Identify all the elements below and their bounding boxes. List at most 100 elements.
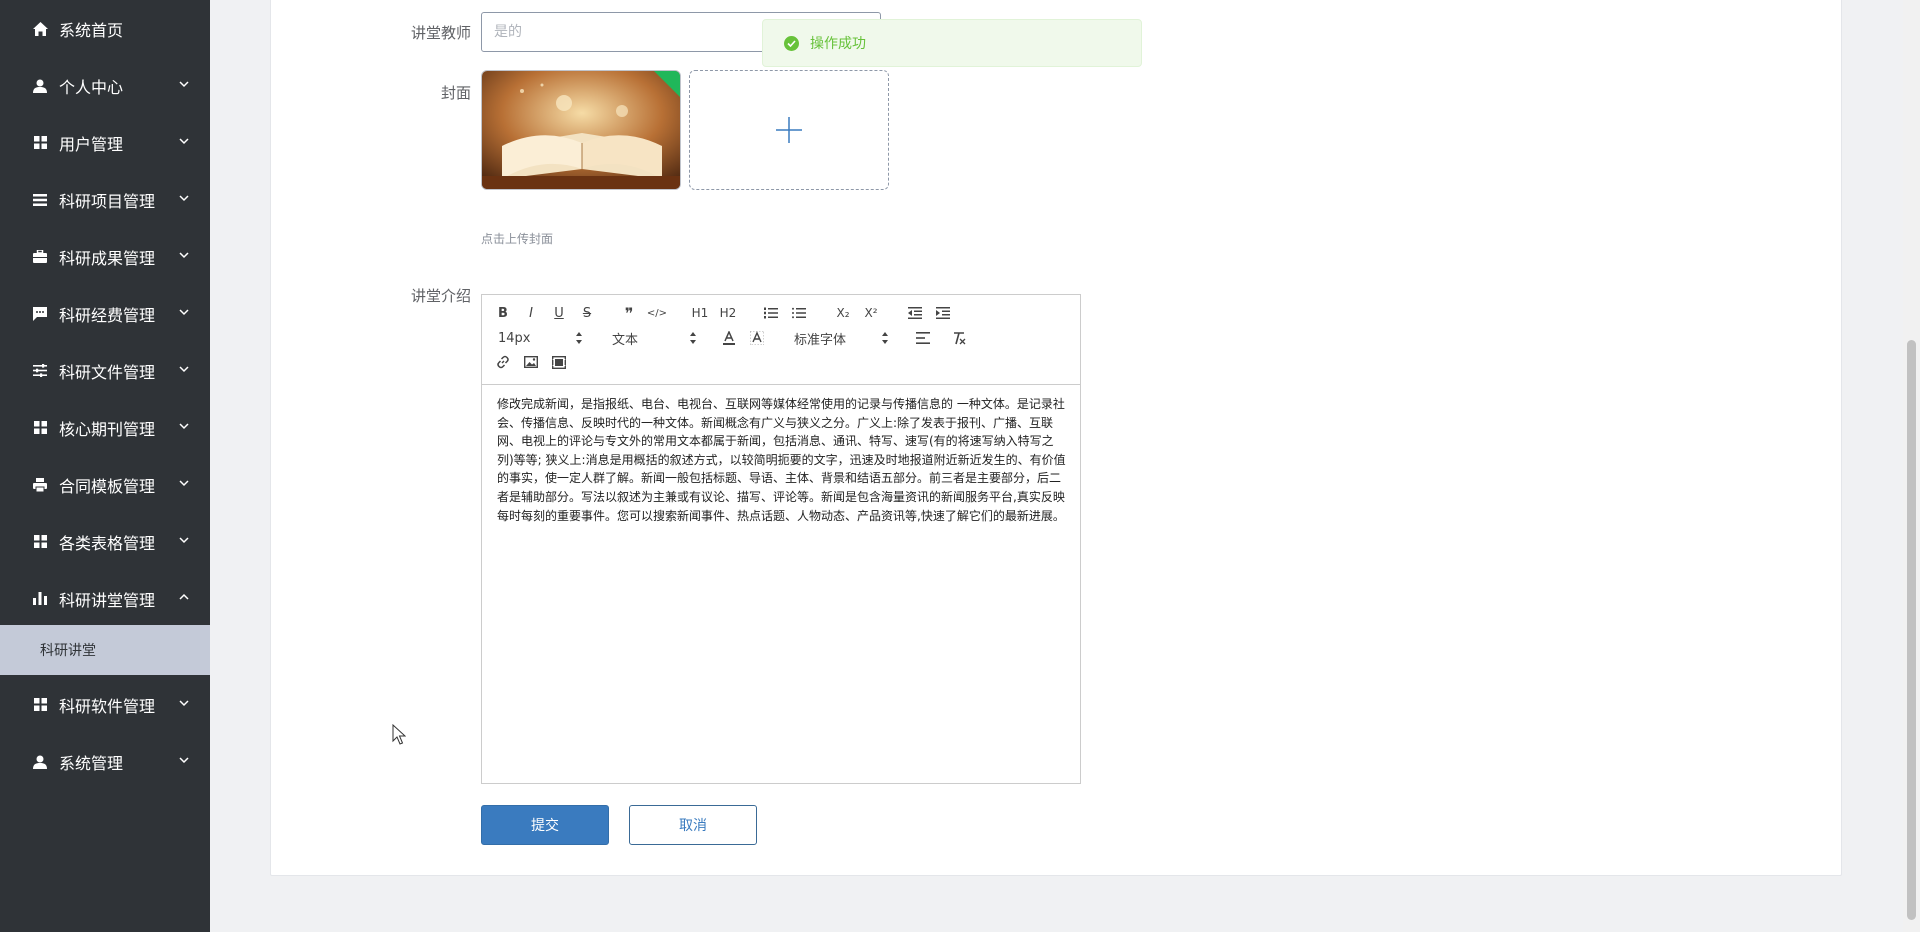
code-button[interactable]: </> [646,303,668,323]
sidebar-item-label: 科研软件管理 [59,696,156,716]
cover-upload-hint: 点击上传封面 [481,232,554,246]
user-icon [32,78,48,94]
sidebar-item-label: 科研经费管理 [59,305,156,325]
sidebar-item-label: 个人中心 [59,77,124,97]
font-family-value: 标准字体 [794,332,847,348]
select-arrows-icon [576,332,582,344]
chevron-down-icon [179,137,189,144]
font-family-select[interactable]: 标准字体 [794,328,888,348]
sidebar-item-lecture-management[interactable]: 科研讲堂管理 [0,570,210,627]
cover-upload-button[interactable] [689,70,889,190]
underline-button[interactable]: U [548,303,570,323]
blockquote-button[interactable]: ❞ [618,303,640,323]
sidebar-item-forms[interactable]: 各类表格管理 [0,513,210,570]
font-size-value: 14px [498,330,531,346]
chevron-down-icon [179,251,189,258]
chevron-down-icon [179,308,189,315]
sidebar-item-research-projects[interactable]: 科研项目管理 [0,171,210,228]
bar-chart-icon [32,591,48,607]
sidebar-item-label: 系统首页 [59,20,124,40]
cover-label: 封面 [440,84,471,102]
italic-button[interactable]: I [520,303,542,323]
sidebar-item-label: 系统管理 [59,753,124,773]
chat-icon [32,306,48,322]
video-icon[interactable] [548,352,570,372]
sidebar-subitem-lecture[interactable]: 科研讲堂 [0,625,210,675]
sidebar-item-software-management[interactable]: 科研软件管理 [0,676,210,733]
sidebar-item-label: 科研成果管理 [59,248,156,268]
printer-icon [32,477,48,493]
outdent-icon[interactable] [904,303,926,323]
intro-label: 讲堂介绍 [410,287,471,305]
link-icon[interactable] [492,352,514,372]
cancel-button[interactable]: 取消 [629,805,757,845]
chevron-down-icon [179,365,189,372]
teacher-label: 讲堂教师 [410,24,471,42]
chevron-down-icon [179,422,189,429]
sidebar-subitem-label: 科研讲堂 [40,643,96,659]
scrollbar-thumb[interactable] [1907,340,1916,920]
sidebar-item-research-results[interactable]: 科研成果管理 [0,228,210,285]
superscript-button[interactable]: X² [860,303,882,323]
sliders-icon [32,363,48,379]
font-size-select[interactable]: 14px [498,328,582,348]
sidebar-item-label: 合同模板管理 [59,476,156,496]
sidebar-item-label: 科研讲堂管理 [59,590,156,610]
font-color-icon[interactable] [718,328,740,348]
sidebar-item-user-management[interactable]: 用户管理 [0,114,210,171]
check-circle-icon [784,35,799,51]
strike-button[interactable]: S [576,303,598,323]
sidebar-item-label: 科研文件管理 [59,362,156,382]
chevron-down-icon [179,80,189,87]
ordered-list-icon[interactable] [760,303,782,323]
chevron-down-icon [179,536,189,543]
image-icon[interactable] [520,352,542,372]
text-type-value: 文本 [612,332,639,348]
background-color-icon[interactable] [746,328,768,348]
sidebar-item-contract-templates[interactable]: 合同模板管理 [0,456,210,513]
submit-button[interactable]: 提交 [481,805,609,845]
bullet-list-icon[interactable] [788,303,810,323]
select-arrows-icon [882,332,888,344]
sidebar-item-personal-center[interactable]: 个人中心 [0,57,210,114]
grid-icon [32,420,48,436]
sidebar-item-system-management[interactable]: 系统管理 [0,733,210,790]
sidebar-item-label: 科研项目管理 [59,191,156,211]
editor-content[interactable]: 修改完成新闻，是指报纸、电台、电视台、互联网等媒体经常使用的记录与传播信息的 一… [497,395,1067,525]
sidebar-item-home[interactable]: 系统首页 [0,0,210,57]
chevron-down-icon [179,699,189,706]
chevron-up-icon [179,593,189,600]
text-type-select[interactable]: 文本 [612,328,696,348]
chevron-down-icon [179,479,189,486]
sidebar-item-research-funds[interactable]: 科研经费管理 [0,285,210,342]
editor-toolbar: B I U S ❞ </> H1 H2 X₂ X² 14px 文本 标准字体 [482,295,1080,385]
mouse-cursor-icon [392,724,406,745]
chevron-down-icon [179,194,189,201]
sidebar-item-label: 核心期刊管理 [59,419,156,439]
rich-text-editor: B I U S ❞ </> H1 H2 X₂ X² 14px 文本 标准字体 修… [481,294,1081,784]
sidebar-item-research-files[interactable]: 科研文件管理 [0,342,210,399]
align-icon[interactable] [912,328,934,348]
grid-icon [32,534,48,550]
subscript-button[interactable]: X₂ [832,303,854,323]
page-scrollbar[interactable] [1903,0,1920,932]
sidebar-item-core-journals[interactable]: 核心期刊管理 [0,399,210,456]
grid-icon [32,697,48,713]
select-arrows-icon [690,332,696,344]
briefcase-icon [32,249,48,265]
bold-button[interactable]: B [492,303,514,323]
user-icon [32,754,48,770]
sidebar: 系统首页 个人中心 用户管理 科研项目管理 科研成果管理 科研经费管理 科研文件… [0,0,210,932]
toast-message: 操作成功 [810,36,866,52]
h1-button[interactable]: H1 [689,303,711,323]
home-icon [32,21,48,37]
indent-icon[interactable] [932,303,954,323]
cover-image[interactable] [481,70,681,190]
h2-button[interactable]: H2 [717,303,739,323]
clear-format-icon[interactable] [948,328,970,348]
sidebar-item-label: 各类表格管理 [59,533,156,553]
success-toast: 操作成功 [762,19,1142,67]
grid-icon [32,135,48,151]
sidebar-item-label: 用户管理 [59,134,124,154]
chevron-down-icon [179,756,189,763]
